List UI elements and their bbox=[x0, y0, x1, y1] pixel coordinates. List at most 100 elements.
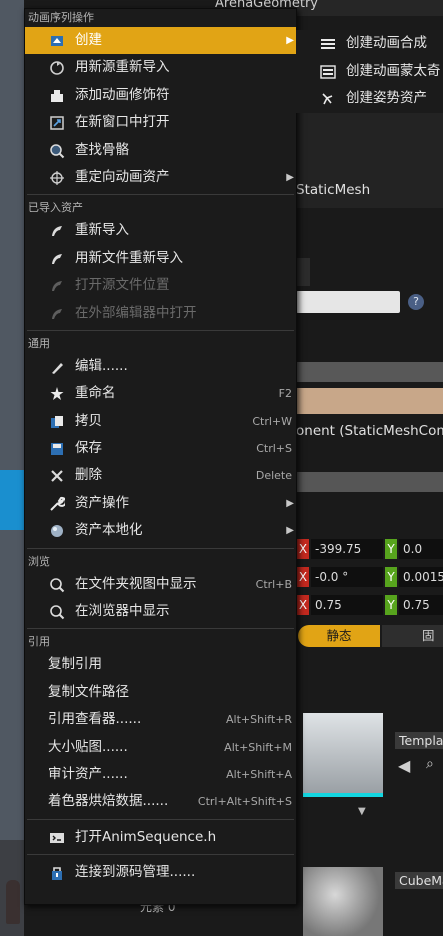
menu-item-show-in-folder[interactable]: 在文件夹视图中显示 Ctrl+B bbox=[25, 571, 296, 598]
menu-item-save[interactable]: 保存 Ctrl+S bbox=[25, 435, 296, 462]
location-y-field[interactable]: 0.0 bbox=[399, 539, 443, 559]
menu-item-create[interactable]: 创建 ▶ bbox=[25, 27, 296, 55]
menu-item-open-external-editor[interactable]: 在外部编辑器中打开 bbox=[25, 300, 296, 327]
scale-x-axis: X bbox=[297, 595, 309, 615]
menu-item-reimport-new-source[interactable]: 用新源重新导入 bbox=[25, 54, 296, 81]
menu-item-rename[interactable]: 重命名 F2 bbox=[25, 380, 296, 407]
pose-icon bbox=[322, 93, 333, 105]
globe-icon bbox=[51, 525, 63, 538]
menu-item-open-source-location[interactable]: 打开源文件位置 bbox=[25, 272, 296, 299]
rotation-x-field[interactable]: -0.0 ° bbox=[311, 567, 383, 587]
asset-thumbnail-2[interactable] bbox=[303, 867, 383, 936]
menu-item-label: 连接到源码管理...... bbox=[75, 864, 196, 881]
menu-item-label: 复制文件路径 bbox=[48, 683, 129, 700]
menu-item-add-modifier[interactable]: 添加动画修饰符 bbox=[25, 82, 296, 109]
shortcut-label: Alt+Shift+R bbox=[226, 713, 292, 727]
viewport-background bbox=[0, 0, 24, 936]
viewport-blue-shape bbox=[0, 470, 24, 530]
reimport-icon bbox=[52, 226, 62, 237]
menu-item-localize[interactable]: 资产本地化 ▶ bbox=[25, 517, 296, 544]
reimport-icon bbox=[52, 253, 62, 264]
section-header-imported: 已导入资产 bbox=[28, 201, 83, 215]
retarget-icon bbox=[50, 170, 64, 185]
search-icon bbox=[50, 577, 65, 592]
menu-item-label: 用新文件重新导入 bbox=[75, 249, 183, 266]
menu-item-duplicate[interactable]: 拷贝 Ctrl+W bbox=[25, 408, 296, 435]
menu-separator bbox=[27, 628, 294, 630]
submenu-item-create-pose-asset[interactable]: 创建姿势资产 bbox=[296, 85, 443, 113]
menu-item-label: 查找骨骼 bbox=[75, 141, 129, 158]
section-header-anim: 动画序列操作 bbox=[28, 11, 94, 24]
submenu-item-create-montage[interactable]: 创建动画蒙太奇 bbox=[296, 58, 443, 86]
shortcut-label: Alt+Shift+M bbox=[224, 740, 292, 754]
menu-item-delete[interactable]: 删除 Delete bbox=[25, 462, 296, 489]
menu-item-copy-reference[interactable]: 复制引用 bbox=[25, 651, 296, 678]
asset-name-1: Templat bbox=[395, 732, 443, 749]
menu-item-label: 在文件夹视图中显示 bbox=[75, 575, 197, 592]
search-icon[interactable]: ⌕ bbox=[426, 756, 434, 772]
menu-item-label: 资产本地化 bbox=[75, 522, 143, 539]
asset-name-2: CubeMa bbox=[395, 872, 443, 889]
menu-item-edit[interactable]: 编辑...... bbox=[25, 353, 296, 380]
location-x-field[interactable]: -399.75 bbox=[311, 539, 383, 559]
submenu-item-label: 创建动画蒙太奇 bbox=[346, 62, 441, 79]
context-menu: 动画序列操作 创建 ▶ 用新源重新导入 添加动画修饰符 在新窗口中打开 查找骨骼… bbox=[24, 8, 297, 905]
menu-item-label: 保存 bbox=[75, 440, 102, 457]
menu-item-open-source-file[interactable]: 打开AnimSequence.h bbox=[25, 824, 296, 851]
rotation-y-field[interactable]: 0.0015 bbox=[399, 567, 443, 587]
category-bar bbox=[296, 362, 443, 382]
mobility-static-button[interactable]: 静态 bbox=[298, 625, 380, 647]
menu-item-label: 重定向动画资产 bbox=[75, 168, 170, 185]
menu-separator bbox=[27, 547, 294, 549]
menu-item-connect-source-control[interactable]: 连接到源码管理...... bbox=[25, 859, 296, 886]
menu-item-label: 打开AnimSequence.h bbox=[75, 828, 217, 845]
rotation-y-axis: Y bbox=[385, 567, 397, 587]
section-header-reference: 引用 bbox=[28, 635, 50, 649]
code-file-icon bbox=[50, 832, 64, 843]
submenu-item-label: 创建姿势资产 bbox=[346, 90, 427, 106]
shortcut-label: Ctrl+B bbox=[255, 577, 292, 591]
menu-item-reference-viewer[interactable]: 引用查看器...... Alt+Shift+R bbox=[25, 706, 296, 733]
chevron-right-icon: ▶ bbox=[286, 497, 294, 509]
section-header-browse: 浏览 bbox=[28, 554, 50, 568]
submenu-item-create-composite[interactable]: 创建动画合成 bbox=[296, 30, 443, 58]
menu-item-show-in-browser[interactable]: 在浏览器中显示 bbox=[25, 598, 296, 625]
menu-item-retarget[interactable]: 重定向动画资产 ▶ bbox=[25, 164, 296, 191]
menu-item-reimport-new-file[interactable]: 用新文件重新导入 bbox=[25, 245, 296, 272]
back-arrow-icon[interactable]: ◀ bbox=[398, 756, 410, 775]
menu-item-label: 重新导入 bbox=[75, 222, 129, 239]
menu-item-shader-cook-data[interactable]: 着色器烘焙数据...... Ctrl+Alt+Shift+S bbox=[25, 788, 296, 815]
edit-icon bbox=[52, 362, 63, 374]
menu-item-audit-assets[interactable]: 审计资产...... Alt+Shift+A bbox=[25, 761, 296, 788]
menu-item-label: 打开源文件位置 bbox=[75, 277, 170, 294]
menu-item-label: 重命名 bbox=[75, 385, 116, 402]
chevron-right-icon: ▶ bbox=[286, 35, 294, 46]
menu-item-find-skeleton[interactable]: 查找骨骼 bbox=[25, 137, 296, 164]
menu-item-asset-actions[interactable]: 资产操作 ▶ bbox=[25, 490, 296, 517]
menu-item-label: 在新窗口中打开 bbox=[75, 114, 170, 131]
menu-separator bbox=[27, 194, 294, 196]
details-search-input[interactable] bbox=[296, 291, 400, 313]
expand-arrow-icon[interactable]: ▼ bbox=[358, 806, 366, 817]
menu-item-label: 大小贴图...... bbox=[48, 738, 128, 755]
window-icon bbox=[50, 116, 64, 130]
menu-item-open-new-window[interactable]: 在新窗口中打开 bbox=[25, 109, 296, 136]
menu-item-reimport[interactable]: 重新导入 bbox=[25, 217, 296, 244]
mobility-fixed-button[interactable]: 固 bbox=[382, 625, 443, 647]
chevron-right-icon: ▶ bbox=[286, 525, 294, 537]
menu-item-copy-file-path[interactable]: 复制文件路径 bbox=[25, 679, 296, 706]
search-icon bbox=[50, 605, 65, 620]
asset-thumbnail-1[interactable] bbox=[303, 713, 383, 797]
help-icon[interactable]: ? bbox=[408, 294, 424, 310]
menu-item-size-map[interactable]: 大小贴图...... Alt+Shift+M bbox=[25, 734, 296, 761]
menu-item-label: 在浏览器中显示 bbox=[75, 603, 170, 620]
scale-x-field[interactable]: 0.75 bbox=[311, 595, 383, 615]
menu-separator bbox=[27, 329, 294, 331]
delete-icon bbox=[51, 470, 63, 483]
scale-y-field[interactable]: 0.75 bbox=[399, 595, 443, 615]
rotation-x-axis: X bbox=[297, 567, 309, 587]
external-icon bbox=[52, 308, 62, 319]
tab-strip bbox=[296, 258, 310, 286]
viewport-character bbox=[6, 880, 20, 924]
submenu-item-label: 创建动画合成 bbox=[346, 35, 427, 51]
